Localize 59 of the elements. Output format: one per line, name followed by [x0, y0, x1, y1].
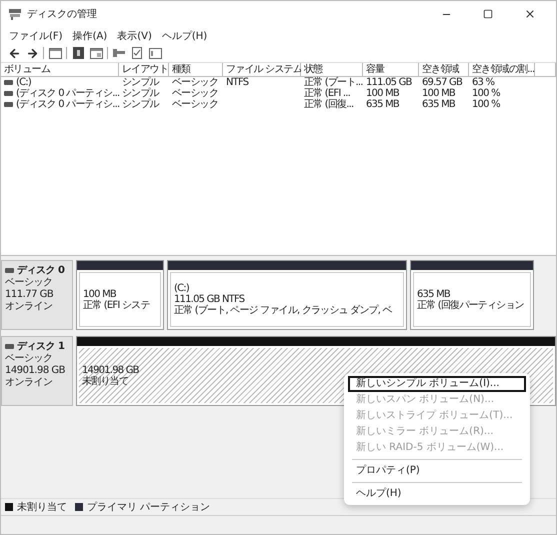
disk-name: ディスク 1	[17, 341, 64, 352]
partition-text: 100 MB	[83, 288, 116, 300]
table-cell-text: シンプル	[121, 99, 160, 110]
partition-block[interactable]: 100 MB 正常 (EFI システ	[76, 260, 164, 330]
column-header[interactable]: 状態	[301, 63, 363, 77]
menu-option[interactable]: 新しいシンプル ボリューム(I)...	[348, 376, 526, 392]
column-header[interactable]: 空き領域	[419, 63, 469, 77]
table-cell-text: 100 MB	[421, 88, 456, 99]
partition-text: 635 MB	[417, 288, 450, 300]
menu-item[interactable]: 表示(V)	[117, 28, 152, 42]
disk-size: 14901.98 GB	[5, 365, 66, 376]
partition-block[interactable]: 635 MB 正常 (回復パーティション	[410, 260, 534, 330]
table-cell-text: シンプル	[121, 77, 160, 88]
menu-item[interactable]: ヘルプ(H)	[162, 28, 208, 42]
disk-type: ベーシック	[5, 277, 54, 288]
legend-label: プライマリ パーティション	[87, 500, 210, 514]
menu-item[interactable]: 操作(A)	[72, 28, 108, 42]
partition-text: 未割り当て	[82, 376, 128, 386]
partition-block[interactable]: (C:) 111.05 GB NTFS 正常 (ブート, ページ ファイル, クラッシュ ダンプ, ベ	[167, 260, 407, 330]
table-cell-text: 635 MB	[365, 99, 400, 110]
partition-text: 正常 (EFI システ	[83, 300, 150, 310]
disk-size: 111.77 GB	[5, 289, 54, 300]
table-cell-text: ベーシック	[171, 77, 220, 88]
table-cell-text: 635 MB	[421, 99, 456, 110]
column-header[interactable]: ボリューム	[1, 63, 119, 77]
table-cell-text: 69.57 GB	[421, 77, 464, 88]
partition-text: 正常 (回復パーティション	[417, 300, 524, 310]
table-cell-text: ベーシック	[171, 99, 220, 110]
disk-name: ディスク 0	[17, 265, 64, 276]
table-cell-text: 100 %	[471, 88, 501, 99]
table-cell-text: 100 %	[471, 99, 501, 110]
disk-status: オンライン	[5, 301, 54, 312]
table-cell: (ディスク 0 パーティシ...	[16, 88, 120, 99]
window-title: ディスクの管理	[27, 8, 98, 21]
partition-text: 正常 (ブート, ページ ファイル, クラッシュ ダンプ, ベ	[174, 305, 392, 316]
table-cell: (C:)	[16, 77, 31, 88]
disk-type: ベーシック	[5, 353, 54, 364]
partition-text: 111.05 GB NTFS	[174, 294, 244, 305]
table-cell-text: ベーシック	[171, 88, 220, 99]
table-cell-text: 100 MB	[365, 88, 400, 99]
table-cell-text: 正常 (EFI ...	[303, 88, 352, 99]
partition-text: 14901.98 GB	[82, 364, 139, 376]
menu-item[interactable]: ファイル(F)	[9, 28, 63, 42]
column-header[interactable]: 空き領域の割...	[469, 63, 535, 77]
menu-option[interactable]: ヘルプ(H)	[348, 486, 526, 502]
table-cell-text: シンプル	[121, 88, 160, 99]
menu-option[interactable]: プロパティ(P)	[348, 463, 526, 479]
table-cell-text: 63 %	[471, 77, 496, 88]
column-header[interactable]: レイアウト	[119, 63, 169, 77]
column-header[interactable]: 種類	[169, 63, 223, 77]
table-cell: (ディスク 0 パーティシ...	[16, 99, 120, 110]
table-cell-text: 111.05 GB	[365, 77, 413, 88]
table-cell-text: NTFS	[225, 77, 250, 88]
column-header[interactable]: 容量	[363, 63, 419, 77]
legend-label: 未割り当て	[17, 500, 67, 514]
disk-status: オンライン	[5, 377, 54, 388]
table-cell-text: 正常 (回復...	[303, 99, 354, 110]
partition-text: (C:)	[174, 283, 189, 294]
table-cell-text: 正常 (ブート...	[303, 77, 363, 88]
